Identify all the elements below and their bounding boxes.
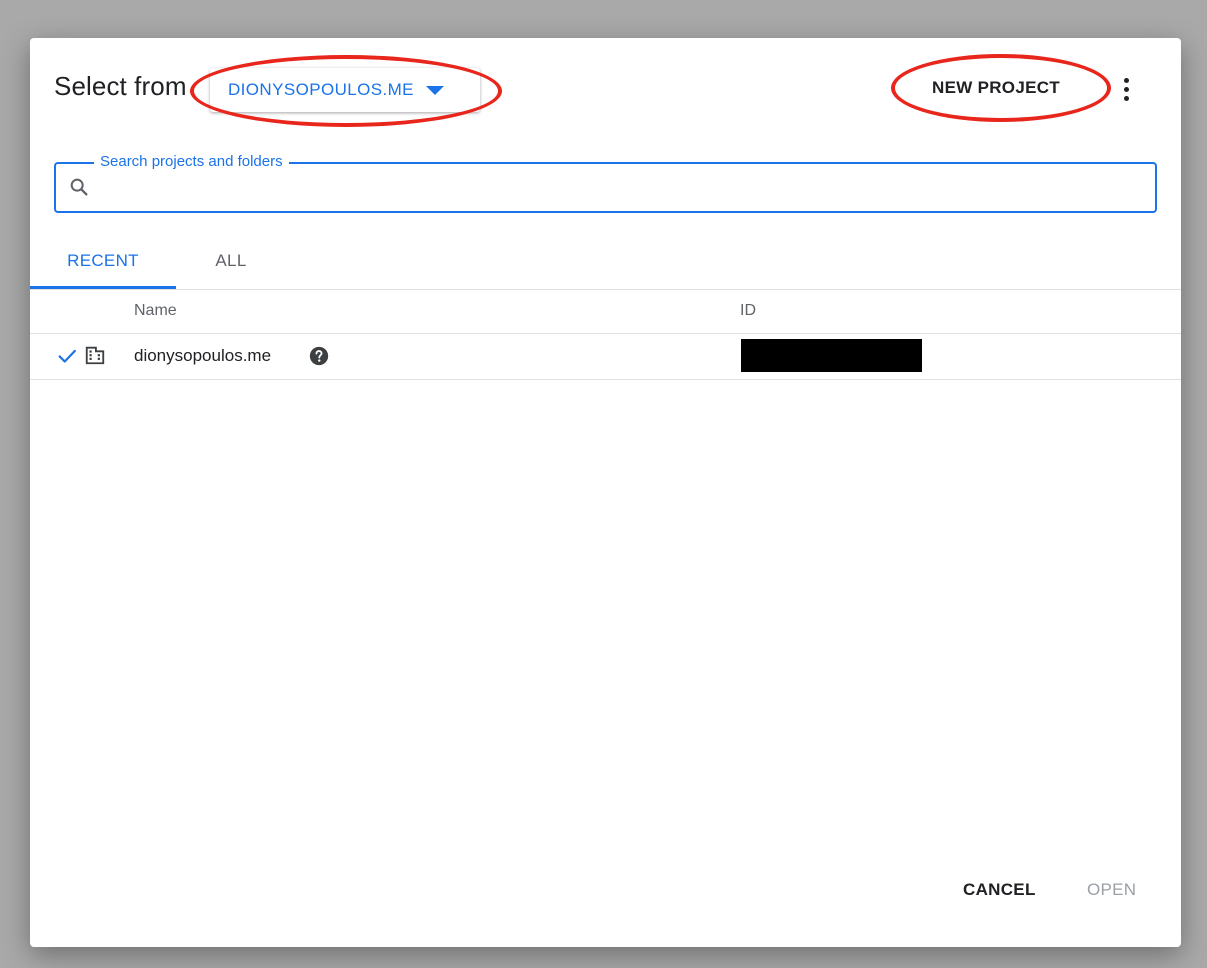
tab-all[interactable]: ALL <box>176 240 286 286</box>
search-field[interactable]: Search projects and folders <box>54 151 1157 213</box>
caret-down-icon <box>425 85 444 95</box>
more-dot <box>1123 86 1129 92</box>
more-dot <box>1123 77 1129 83</box>
organization-icon <box>85 346 105 365</box>
table-row[interactable]: dionysopoulos.me <box>30 334 1181 380</box>
project-id-redacted <box>741 339 922 372</box>
search-input[interactable] <box>102 170 1146 208</box>
tab-recent[interactable]: RECENT <box>30 240 176 289</box>
more-dot <box>1123 95 1129 101</box>
organization-selector[interactable]: DIONYSOPOULOS.ME <box>210 68 480 112</box>
column-header-id[interactable]: ID <box>740 302 756 320</box>
check-icon <box>58 349 76 363</box>
column-header-name[interactable]: Name <box>134 302 177 320</box>
project-name[interactable]: dionysopoulos.me <box>134 346 271 366</box>
open-button[interactable]: OPEN <box>1087 880 1136 900</box>
table-header: Name ID <box>30 290 1181 334</box>
dialog-title: Select from <box>54 71 187 101</box>
new-project-button[interactable]: NEW PROJECT <box>910 74 1082 102</box>
search-icon <box>70 178 88 196</box>
cancel-button[interactable]: CANCEL <box>963 880 1036 900</box>
select-project-dialog: Select from DIONYSOPOULOS.ME NEW PROJECT… <box>30 38 1181 947</box>
more-vert-icon[interactable] <box>1112 72 1140 106</box>
tab-bar: RECENT ALL <box>30 240 1181 290</box>
organization-selector-label: DIONYSOPOULOS.ME <box>228 80 414 99</box>
help-icon[interactable] <box>308 345 330 367</box>
